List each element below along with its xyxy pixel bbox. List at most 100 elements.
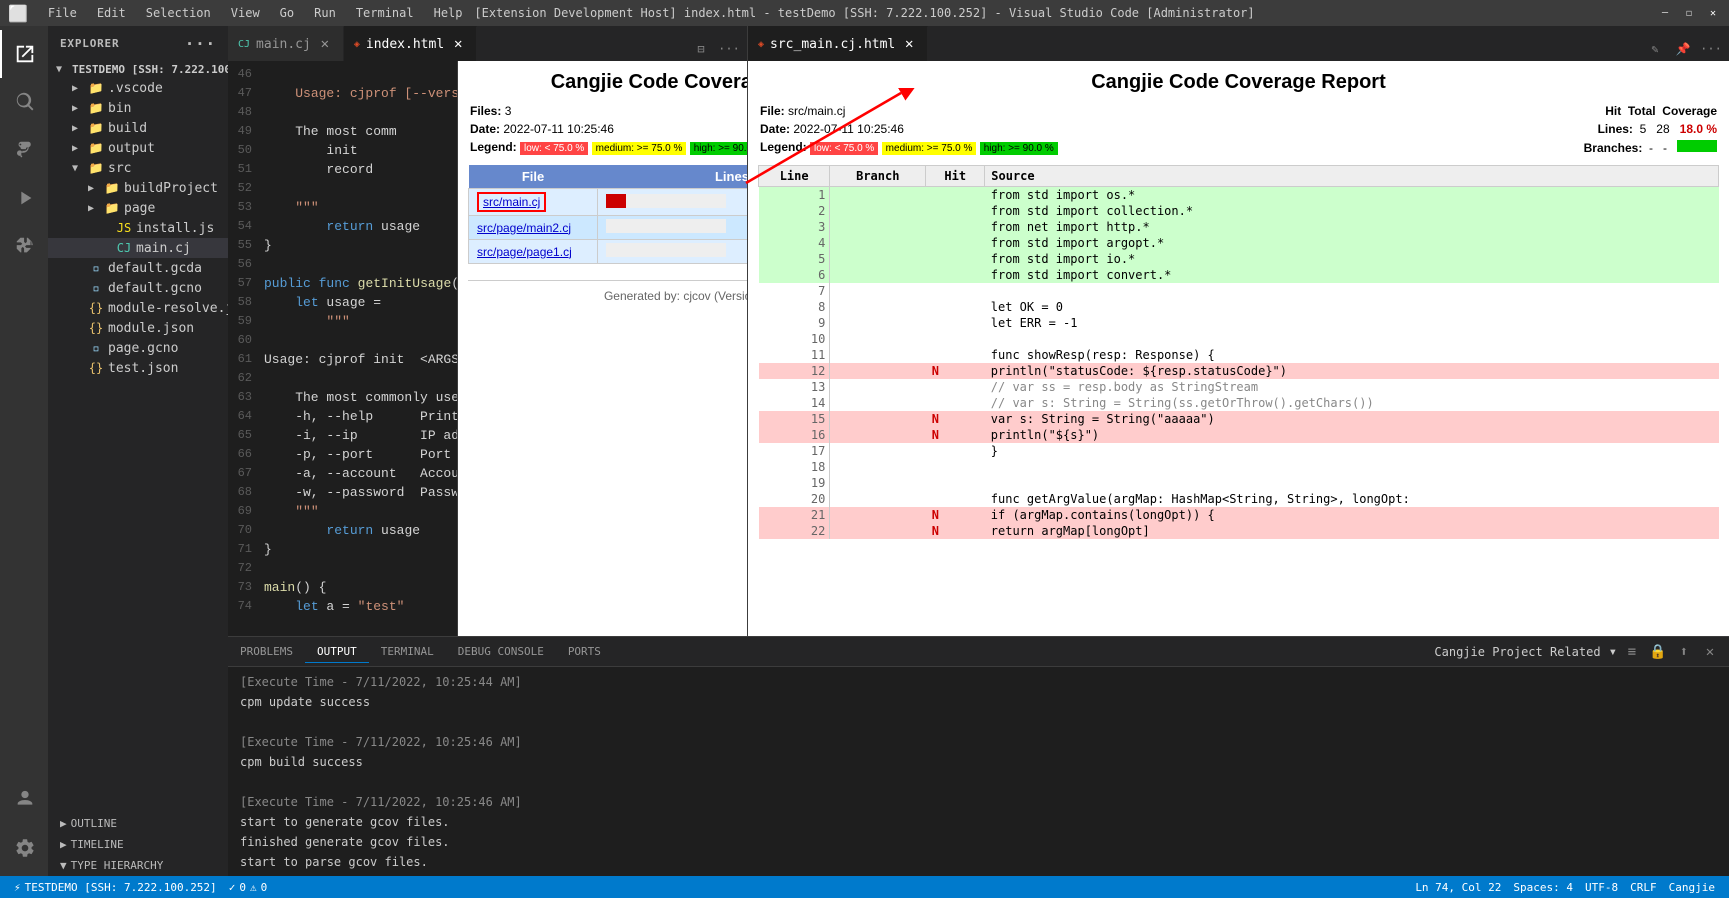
src-line-8: 8 let OK = 0 [759, 299, 1719, 315]
tree-item-page[interactable]: ▶ 📁 page [48, 198, 228, 218]
coverage-table: File Lines Branc [468, 165, 747, 264]
code-line-59: 59 """ [228, 312, 457, 331]
tree-item-maincj[interactable]: ▶ CJ main.cj [48, 238, 228, 258]
left-tab-bar[interactable]: CJ main.cj ✕ ◈ index.html ✕ ⊟ ··· [228, 26, 747, 61]
tree-root-label: TESTDEMO [SSH: 7.222.100... [72, 63, 228, 76]
window-maximize[interactable]: ◻ [1681, 5, 1697, 21]
tree-item-testjson[interactable]: ▶ {} test.json [48, 358, 228, 378]
right-tab-bar[interactable]: ◈ src_main.cj.html ✕ ✎ 📌 ··· [748, 26, 1729, 61]
activity-bar-settings[interactable] [0, 824, 48, 872]
tree-item-modulejson[interactable]: ▶ {} module.json [48, 318, 228, 338]
status-remote[interactable]: ⚡ TESTDEMO [SSH: 7.222.100.252] [8, 876, 223, 898]
panel-close-icon[interactable]: ✕ [1699, 641, 1721, 663]
activity-bar-search[interactable] [0, 78, 48, 126]
position-label: Ln 74, Col 22 [1415, 881, 1501, 894]
file-link-main2cj[interactable]: src/page/main2.cj [477, 221, 571, 235]
source-code-table: Line Branch Hit Source 1 [758, 165, 1719, 539]
tree-label-maincj: main.cj [136, 241, 191, 256]
status-errors[interactable]: ✓ 0 ⚠ 0 [223, 876, 274, 898]
src-line-3: 3 from net import http.* [759, 219, 1719, 235]
tree-item-defaultgcda[interactable]: ▶ ▫ default.gcda [48, 258, 228, 278]
sidebar-outline[interactable]: ▶ OUTLINE [48, 813, 228, 834]
menu-bar[interactable]: File Edit Selection View Go Run Terminal… [44, 4, 467, 22]
panel-layout-icon[interactable]: ≡ [1621, 641, 1643, 663]
panel-tab-ports[interactable]: PORTS [556, 641, 613, 663]
output-filter-arrow[interactable]: ▾ [1609, 644, 1617, 660]
menu-view[interactable]: View [227, 4, 264, 22]
status-position[interactable]: Ln 74, Col 22 [1409, 876, 1507, 898]
menu-file[interactable]: File [44, 4, 81, 22]
tree-item-build[interactable]: ▶ 📁 build [48, 118, 228, 138]
more-icon-right[interactable]: ··· [1699, 37, 1723, 61]
panel-maximize-icon[interactable]: ⬆ [1673, 641, 1695, 663]
file-link-page1cj[interactable]: src/page/page1.cj [477, 245, 572, 259]
activity-bar-scm[interactable] [0, 126, 48, 174]
html-preview-index[interactable]: Cangjie Code Coverage Report Files: 3 Hi… [458, 61, 747, 636]
sidebar-more-button[interactable]: ··· [185, 34, 216, 53]
tab-maincj[interactable]: CJ main.cj ✕ [228, 26, 344, 61]
html-preview-source[interactable]: Cangjie Code Coverage Report File: src/m… [748, 61, 1729, 636]
tab-close-maincj[interactable]: ✕ [317, 36, 333, 52]
tree-item-moduleresolve[interactable]: ▶ {} module-resolve.json [48, 298, 228, 318]
code-line-74: 74 let a = "test" [228, 597, 457, 616]
tree-item-installjs[interactable]: ▶ JS install.js [48, 218, 228, 238]
code-line-63: 63 The most commonly used commands a [228, 388, 457, 407]
folder-icon-output: 📁 [88, 140, 104, 156]
tree-arrow-output: ▶ [72, 143, 88, 154]
status-language[interactable]: Cangjie [1663, 876, 1721, 898]
code-editor-container[interactable]: 46 47 Usage: cjprof [--versi 48 49 The m… [228, 61, 458, 636]
panel-tab-problems[interactable]: PROBLEMS [228, 641, 305, 663]
panel-lock-icon[interactable]: 🔒 [1647, 641, 1669, 663]
edit-icon-right[interactable]: ✎ [1643, 37, 1667, 61]
activity-bar-explorer[interactable] [0, 30, 48, 78]
src-line-19: 19 [759, 475, 1719, 491]
menu-go[interactable]: Go [276, 4, 298, 22]
file-icon-maincj: CJ [116, 240, 132, 256]
status-eol[interactable]: CRLF [1624, 876, 1663, 898]
tab-close-indexhtml[interactable]: ✕ [450, 36, 466, 52]
menu-help[interactable]: Help [430, 4, 467, 22]
tree-item-bin[interactable]: ▶ 📁 bin [48, 98, 228, 118]
tab-icon-srcmaincjhtml: ◈ [758, 39, 764, 50]
tab-close-srcmaincjhtml[interactable]: ✕ [901, 36, 917, 52]
file-icon-installjs: JS [116, 220, 132, 236]
activity-bar-extensions[interactable] [0, 222, 48, 270]
tree-item-output[interactable]: ▶ 📁 output [48, 138, 228, 158]
code-line-73: 73main() { [228, 578, 457, 597]
menu-selection[interactable]: Selection [142, 4, 215, 22]
tab-indexhtml[interactable]: ◈ index.html ✕ [344, 26, 477, 61]
pin-icon-right[interactable]: 📌 [1671, 37, 1695, 61]
file-link-maincj[interactable]: src/main.cj [477, 192, 546, 212]
tree-item-buildproject[interactable]: ▶ 📁 buildProject [48, 178, 228, 198]
more-actions-icon[interactable]: ··· [717, 37, 741, 61]
tree-arrow-src: ▼ [72, 163, 88, 174]
panel-output-content[interactable]: [Execute Time - 7/11/2022, 10:25:44 AM] … [228, 667, 1729, 876]
menu-terminal[interactable]: Terminal [352, 4, 418, 22]
activity-bar-debug[interactable] [0, 174, 48, 222]
activity-bar-account[interactable] [0, 776, 48, 824]
src-line-21: 21 N if (argMap.contains(longOpt)) { [759, 507, 1719, 523]
status-spaces[interactable]: Spaces: 4 [1507, 876, 1579, 898]
tree-root[interactable]: ▼ TESTDEMO [SSH: 7.222.100... [48, 61, 228, 78]
tree-item-pagegcno[interactable]: ▶ ▫ page.gcno [48, 338, 228, 358]
output-line-1: [Execute Time - 7/11/2022, 10:25:44 AM] [240, 673, 1717, 691]
sidebar-typehierarchy[interactable]: ▼ TYPE HIERARCHY [48, 855, 228, 876]
window-minimize[interactable]: ─ [1657, 5, 1673, 21]
output-line-3 [240, 713, 1717, 731]
menu-run[interactable]: Run [310, 4, 340, 22]
panel-tab-output[interactable]: OUTPUT [305, 641, 369, 663]
panel-tab-terminal[interactable]: TERMINAL [369, 641, 446, 663]
table-row-main2cj: src/page/main2.cj 0 / 5 0.0 % [469, 216, 748, 240]
window-close[interactable]: ✕ [1705, 5, 1721, 21]
tree-item-src[interactable]: ▼ 📁 src [48, 158, 228, 178]
panel-tab-debug[interactable]: DEBUG CONSOLE [446, 641, 556, 663]
src-line-9: 9 let ERR = -1 [759, 315, 1719, 331]
tab-srcmaincjhtml[interactable]: ◈ src_main.cj.html ✕ [748, 26, 928, 61]
tree-item-defaultgcno[interactable]: ▶ ▫ default.gcno [48, 278, 228, 298]
title-bar-controls[interactable]: ─ ◻ ✕ [1657, 5, 1721, 21]
status-encoding[interactable]: UTF-8 [1579, 876, 1624, 898]
menu-edit[interactable]: Edit [93, 4, 130, 22]
split-editor-icon[interactable]: ⊟ [689, 37, 713, 61]
sidebar-timeline[interactable]: ▶ TIMELINE [48, 834, 228, 855]
tree-item-vscode[interactable]: ▶ 📁 .vscode [48, 78, 228, 98]
